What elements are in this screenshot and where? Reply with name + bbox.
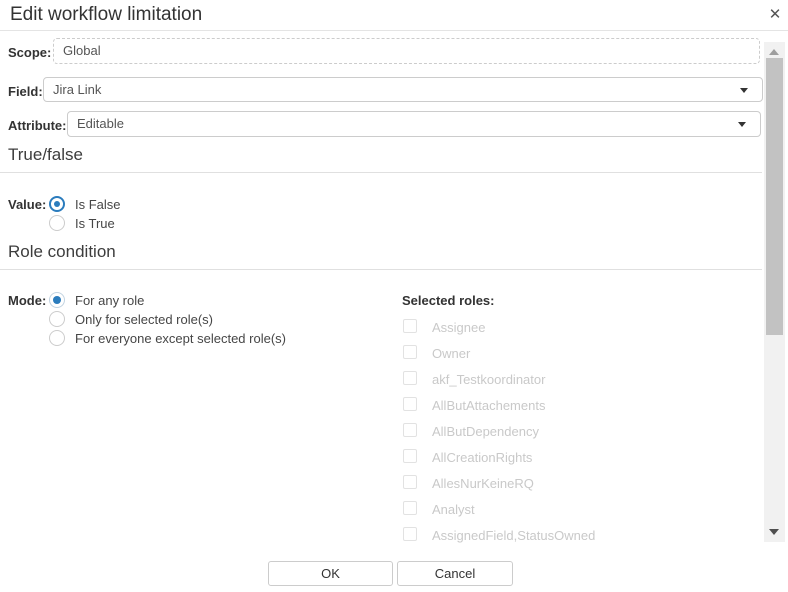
- selected-roles-label: Selected roles:: [402, 293, 495, 308]
- section-divider: [0, 269, 762, 270]
- dialog-title: Edit workflow limitation: [10, 4, 202, 26]
- checkbox-role: [403, 475, 417, 489]
- checkbox-role-label: AllButDependency: [432, 424, 539, 439]
- field-label: Field:: [8, 84, 43, 99]
- checkbox-role-label: akf_Testkoordinator: [432, 372, 545, 387]
- checkbox-role: [403, 423, 417, 437]
- checkbox-role: [403, 397, 417, 411]
- checkbox-role-label: Assignee: [432, 320, 485, 335]
- scope-field: Global: [53, 38, 760, 64]
- radio-only-selected-roles[interactable]: [49, 311, 65, 327]
- scroll-down-icon[interactable]: [769, 529, 779, 535]
- radio-is-true[interactable]: [49, 215, 65, 231]
- checkbox-role-label: AllButAttachements: [432, 398, 545, 413]
- edit-workflow-limitation-dialog: { "dialog": { "title": "Edit workflow li…: [0, 0, 788, 592]
- mode-label: Mode:: [8, 293, 46, 308]
- field-dropdown-value: Jira Link: [44, 78, 762, 101]
- scrollbar[interactable]: [764, 42, 785, 542]
- cancel-button[interactable]: Cancel: [397, 561, 513, 586]
- chevron-down-icon: [738, 122, 746, 127]
- attribute-label: Attribute:: [8, 118, 67, 133]
- checkbox-role-label: AllesNurKeineRQ: [432, 476, 534, 491]
- ok-button[interactable]: OK: [268, 561, 393, 586]
- radio-is-false-label: Is False: [75, 197, 121, 212]
- checkbox-role-label: Analyst: [432, 502, 475, 517]
- checkbox-role-label: AssignedField,StatusOwned: [432, 528, 595, 543]
- scrollbar-thumb[interactable]: [766, 58, 783, 335]
- radio-everyone-except-roles-label: For everyone except selected role(s): [75, 331, 286, 346]
- attribute-dropdown[interactable]: Editable: [67, 111, 761, 137]
- scope-label: Scope:: [8, 45, 51, 60]
- checkbox-role: [403, 345, 417, 359]
- radio-is-true-label: Is True: [75, 216, 115, 231]
- radio-everyone-except-roles[interactable]: [49, 330, 65, 346]
- checkbox-role: [403, 449, 417, 463]
- close-icon[interactable]: ✕: [766, 6, 784, 24]
- checkbox-role: [403, 319, 417, 333]
- scroll-up-icon[interactable]: [769, 49, 779, 55]
- true-false-heading: True/false: [8, 145, 83, 165]
- radio-for-any-role[interactable]: [49, 292, 65, 308]
- value-label: Value:: [8, 197, 46, 212]
- radio-is-false[interactable]: [49, 196, 65, 212]
- checkbox-role-label: AllCreationRights: [432, 450, 532, 465]
- title-divider: [0, 30, 788, 31]
- checkbox-role-label: Owner: [432, 346, 470, 361]
- role-condition-heading: Role condition: [8, 242, 116, 262]
- checkbox-role: [403, 501, 417, 515]
- field-dropdown[interactable]: Jira Link: [43, 77, 763, 102]
- checkbox-role: [403, 527, 417, 541]
- chevron-down-icon: [740, 88, 748, 93]
- attribute-dropdown-value: Editable: [68, 112, 760, 135]
- radio-for-any-role-label: For any role: [75, 293, 144, 308]
- scope-value: Global: [54, 39, 759, 63]
- checkbox-role: [403, 371, 417, 385]
- radio-only-selected-roles-label: Only for selected role(s): [75, 312, 213, 327]
- section-divider: [0, 172, 762, 173]
